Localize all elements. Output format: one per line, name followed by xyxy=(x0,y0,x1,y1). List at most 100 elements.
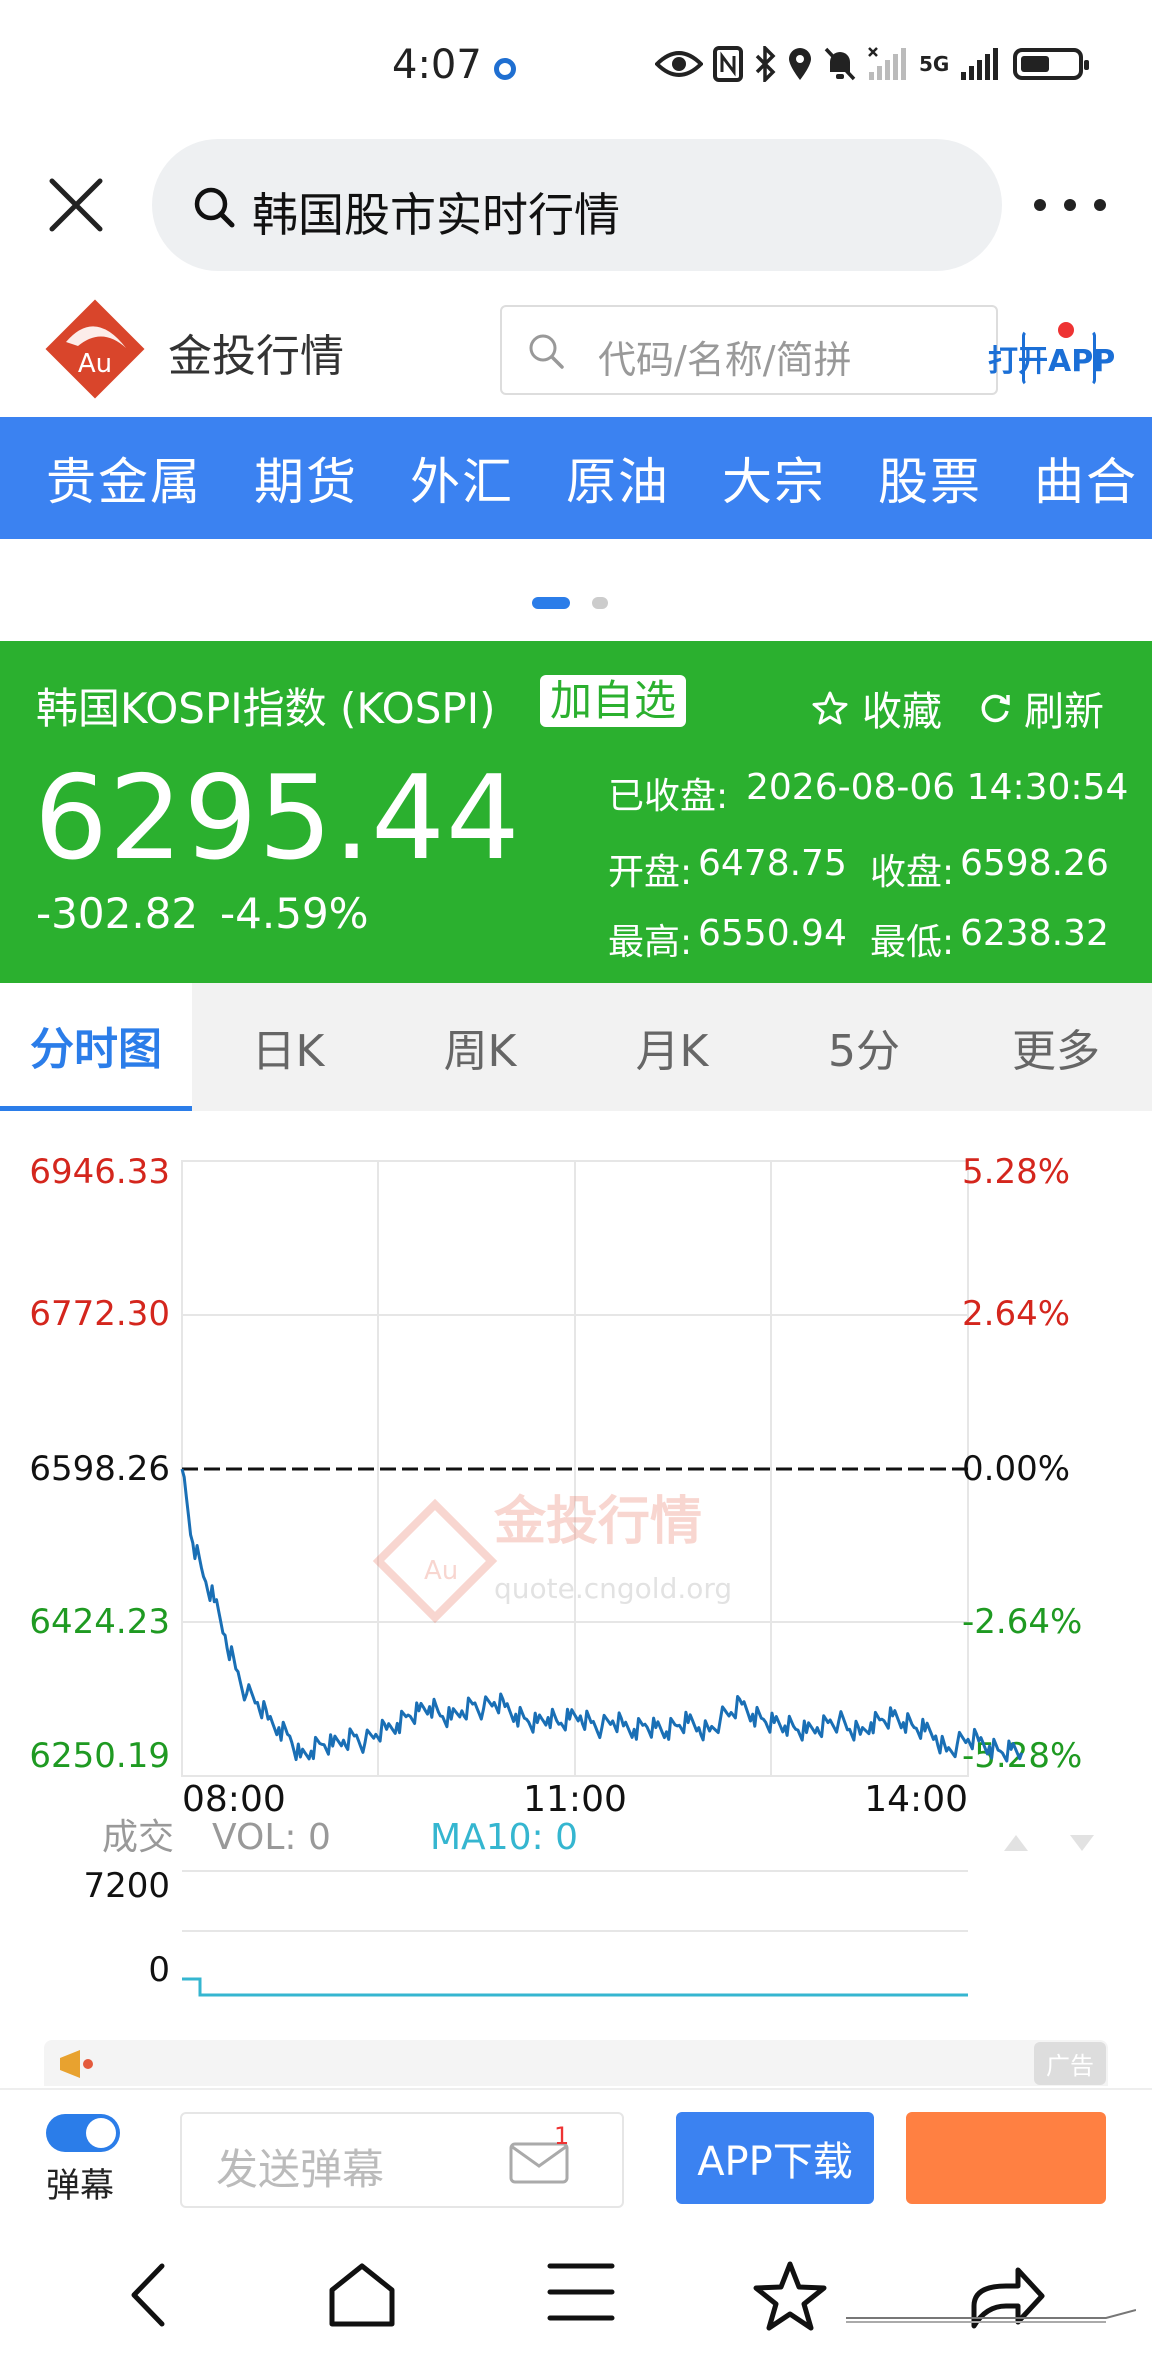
more-menu-icon[interactable] xyxy=(1030,195,1110,215)
tab-monthly-k[interactable]: 月K xyxy=(576,983,768,1111)
y-tick-left-4: 6250.19 xyxy=(29,1736,170,1776)
y-tick-left-3: 6424.23 xyxy=(29,1602,170,1642)
volume-series-line xyxy=(182,1977,968,1997)
ma10-value: MA10: 0 xyxy=(430,1817,578,1858)
pager-dot-active[interactable] xyxy=(532,597,570,609)
danmaku-bar: 弹幕 发送弹幕 1 APP下载 xyxy=(0,2088,1152,2210)
y-tick-left-1: 6772.30 xyxy=(29,1294,170,1334)
search-icon xyxy=(194,187,235,228)
browser-toolbar: 韩国股市实时行情 xyxy=(0,135,1152,275)
close-label: 收盘: xyxy=(870,852,955,893)
network-type-label: 5G xyxy=(919,52,950,76)
chart-period-tabs: 分时图 日K 周K 月K 5分 更多 xyxy=(0,983,1152,1111)
nav-item-forex[interactable]: 外汇 xyxy=(362,442,518,514)
category-nav: 贵金属 期货 外汇 原油 大宗 股票 曲合 xyxy=(0,417,1152,539)
danmaku-input-placeholder: 发送弹幕 xyxy=(216,2145,385,2194)
battery-icon xyxy=(1013,48,1090,80)
price-change: -302.82 xyxy=(36,889,199,938)
app-download-button[interactable]: APP下载 xyxy=(676,2112,874,2204)
high-label: 最高: xyxy=(608,922,693,963)
index-name: 韩国KOSPI指数 (KOSPI) xyxy=(36,684,496,733)
status-time: 4:07 xyxy=(392,42,482,88)
nav-item-crude-oil[interactable]: 原油 xyxy=(518,442,674,514)
tab-intraday[interactable]: 分时图 xyxy=(0,983,192,1111)
site-title: 金投行情 xyxy=(168,331,344,382)
bookmark-star-icon[interactable] xyxy=(752,2260,828,2332)
status-bar: 4:07 5G xyxy=(0,0,1152,130)
site-search-input[interactable]: 代码/名称/简拼 xyxy=(500,305,998,395)
watermark-url: quote.cngold.org xyxy=(494,1572,732,1605)
price-change-percent: -4.59% xyxy=(220,889,369,938)
tab-weekly-k[interactable]: 周K xyxy=(384,983,576,1111)
low-value: 6238.32 xyxy=(960,913,1109,954)
market-status-label: 已收盘: xyxy=(608,776,729,817)
megaphone-icon xyxy=(60,2050,93,2078)
eye-icon xyxy=(655,51,703,77)
nfc-icon xyxy=(713,46,743,82)
nav-item-more[interactable]: 曲合 xyxy=(986,442,1142,514)
close-icon[interactable] xyxy=(48,177,104,233)
mail-badge: 1 xyxy=(554,2122,570,2150)
y-tick-right-2: 0.00% xyxy=(962,1449,1070,1489)
vol-value: VOL: 0 xyxy=(212,1817,331,1858)
browser-bottom-nav xyxy=(0,2212,1152,2376)
x-tick-2: 14:00 xyxy=(864,1779,968,1820)
logo-text: Au xyxy=(78,349,112,379)
pager-dot[interactable] xyxy=(592,597,608,609)
open-app-button[interactable]: 打开APP xyxy=(986,320,1116,390)
nav-item-stocks[interactable]: 股票 xyxy=(830,442,986,514)
danmaku-toggle[interactable] xyxy=(46,2114,120,2152)
location-pin-icon xyxy=(789,48,811,80)
ad-banner[interactable]: 广告 xyxy=(44,2040,1108,2086)
nav-item-futures[interactable]: 期货 xyxy=(206,442,362,514)
browser-search-box[interactable]: 韩国股市实时行情 xyxy=(152,139,1002,271)
menu-icon[interactable] xyxy=(546,2260,616,2324)
tab-5min[interactable]: 5分 xyxy=(768,983,960,1111)
watermark-logo-text: Au xyxy=(424,1556,458,1586)
site-header: Au 金投行情 代码/名称/简拼 打开APP xyxy=(0,290,1152,415)
open-label: 开盘: xyxy=(608,852,693,893)
current-price: 6295.44 xyxy=(34,751,521,886)
y-tick-right-3: -2.64% xyxy=(962,1602,1082,1642)
volume-label: 成交 xyxy=(102,1817,174,1858)
chart-watermark: Au 金投行情 quote.cngold.org xyxy=(372,1492,732,1624)
bluetooth-icon xyxy=(755,46,776,82)
y-tick-left-2: 6598.26 xyxy=(29,1449,170,1489)
volume-y-tick-0: 7200 xyxy=(83,1866,170,1906)
nav-item-commodities[interactable]: 大宗 xyxy=(674,442,830,514)
volume-y-tick-1: 0 xyxy=(148,1950,170,1990)
quote-panel: 韩国KOSPI指数 (KOSPI) 加自选 收藏 刷新 6295.44 -302… xyxy=(0,641,1152,983)
signal-strong-icon xyxy=(961,48,999,80)
watermark-title: 金投行情 xyxy=(493,1492,702,1552)
browser-search-query: 韩国股市实时行情 xyxy=(252,188,620,242)
mute-bell-icon xyxy=(824,47,856,81)
low-label: 最低: xyxy=(870,922,955,963)
tab-daily-k[interactable]: 日K xyxy=(192,983,384,1111)
ad-badge: 广告 xyxy=(1034,2042,1106,2085)
y-tick-right-0: 5.28% xyxy=(962,1152,1070,1192)
back-icon[interactable] xyxy=(126,2260,172,2330)
text-selection-handle-icon xyxy=(846,2309,1136,2323)
site-search-placeholder: 代码/名称/简拼 xyxy=(598,338,852,382)
favorite-button[interactable]: 收藏 xyxy=(812,679,942,737)
signal-weak-icon xyxy=(868,47,906,80)
location-indicator-icon xyxy=(494,58,516,80)
refresh-button[interactable]: 刷新 xyxy=(978,679,1104,737)
site-logo[interactable]: Au xyxy=(44,298,146,400)
open-app-label: 打开APP xyxy=(988,344,1116,379)
scroll-down-icon[interactable] xyxy=(1070,1835,1094,1851)
intraday-chart[interactable]: Au 金投行情 quote.cngold.org 6946.33 6772.30… xyxy=(0,1111,1152,2011)
x-tick-1: 11:00 xyxy=(523,1779,627,1820)
close-value: 6598.26 xyxy=(960,843,1109,884)
add-watchlist-button[interactable]: 加自选 xyxy=(540,675,687,727)
carousel-pager xyxy=(532,596,608,610)
danmaku-input[interactable]: 发送弹幕 1 xyxy=(180,2112,624,2208)
x-tick-0: 08:00 xyxy=(182,1779,286,1820)
tab-more[interactable]: 更多 xyxy=(960,983,1152,1111)
orange-action-button[interactable] xyxy=(906,2112,1106,2204)
scroll-up-icon[interactable] xyxy=(1004,1835,1028,1851)
open-value: 6478.75 xyxy=(698,843,847,884)
home-icon[interactable] xyxy=(326,2260,398,2330)
danmaku-toggle-label: 弹幕 xyxy=(46,2166,114,2206)
nav-item-precious-metals[interactable]: 贵金属 xyxy=(0,442,206,514)
